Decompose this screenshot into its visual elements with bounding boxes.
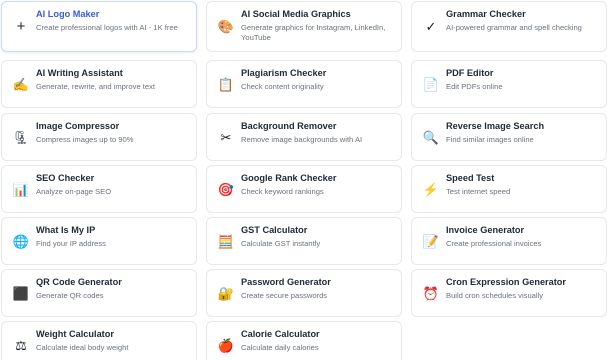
tool-description: AI-powered grammar and spell checking xyxy=(446,23,582,32)
tool-title: Speed Test xyxy=(446,173,495,183)
tool-title: QR Code Generator xyxy=(36,277,122,287)
palette-icon: 🎨 xyxy=(217,19,235,34)
tool-title: Google Rank Checker xyxy=(241,173,337,183)
abacus-icon: 🧮 xyxy=(217,233,235,249)
apple-icon: 🍎 xyxy=(217,337,235,353)
tool-card-ai-social-media-graphics[interactable]: 🎨 AI Social Media Graphics Generate grap… xyxy=(206,1,402,52)
tool-description: Check keyword rankings xyxy=(241,187,324,196)
tool-description: Find similar images online xyxy=(446,135,534,144)
tool-card-image-compressor[interactable]: 🗜 Image Compressor Compress images up to… xyxy=(1,113,197,161)
magnifier-icon: 🔍 xyxy=(422,129,440,145)
tool-card-plagiarism-checker[interactable]: 📋 Plagiarism Checker Check content origi… xyxy=(206,60,402,108)
compress-icon: 🗜 xyxy=(12,129,30,145)
tool-description: Check content originality xyxy=(241,82,324,91)
tool-card-cron-expression-generator[interactable]: ⏰ Cron Expression Generator Build cron s… xyxy=(411,269,607,317)
writing-hand-icon: ✍ xyxy=(12,76,30,92)
lock-icon: 🔐 xyxy=(217,285,235,301)
tool-title: Weight Calculator xyxy=(36,329,114,339)
tool-title: AI Logo Maker xyxy=(36,9,100,19)
tool-title: Calorie Calculator xyxy=(241,329,320,339)
tool-title: GST Calculator xyxy=(241,225,308,235)
tool-title: Grammar Checker xyxy=(446,9,526,19)
tool-description: Generate, rewrite, and improve text xyxy=(36,82,156,91)
tool-card-what-is-my-ip[interactable]: 🌐 What Is My IP Find your IP address xyxy=(1,217,197,265)
alarm-clock-icon: ⏰ xyxy=(422,285,440,301)
plus-icon: + xyxy=(16,18,26,35)
tool-title: Password Generator xyxy=(241,277,331,287)
globe-icon: 🌐 xyxy=(12,233,30,249)
tool-card-grammar-checker[interactable]: ✓ Grammar Checker AI-powered grammar and… xyxy=(411,1,607,52)
tool-card-pdf-editor[interactable]: 📄 PDF Editor Edit PDFs online xyxy=(411,60,607,108)
tool-title: Cron Expression Generator xyxy=(446,277,566,287)
target-icon: 🎯 xyxy=(217,181,235,197)
bar-chart-icon: 📊 xyxy=(12,181,30,197)
tool-title: Reverse Image Search xyxy=(446,121,545,131)
scissors-icon: ✂ xyxy=(220,129,232,145)
tool-title: Image Compressor xyxy=(36,121,120,131)
document-icon: 📄 xyxy=(422,76,440,92)
tool-card-speed-test[interactable]: ⚡ Speed Test Test internet speed xyxy=(411,165,607,213)
tool-description: Analyze on-page SEO xyxy=(36,187,112,196)
tool-card-ai-writing-assistant[interactable]: ✍ AI Writing Assistant Generate, rewrite… xyxy=(1,60,197,108)
tool-description: Create professional logos with AI - 1K f… xyxy=(36,23,178,32)
tool-description: Remove image backgrounds with AI xyxy=(241,135,363,144)
tool-title: Invoice Generator xyxy=(446,225,525,235)
checkmark-icon: ✓ xyxy=(425,19,437,34)
qr-square-icon: ⬛ xyxy=(12,285,30,301)
tool-card-invoice-generator[interactable]: 📝 Invoice Generator Create professional … xyxy=(411,217,607,265)
tool-description: Compress images up to 90% xyxy=(36,135,134,144)
tool-description: Find your IP address xyxy=(36,239,106,248)
tool-card-seo-checker[interactable]: 📊 SEO Checker Analyze on-page SEO xyxy=(1,165,197,213)
invoice-icon: 📝 xyxy=(422,233,440,249)
tool-card-background-remover[interactable]: ✂ Background Remover Remove image backgr… xyxy=(206,113,402,161)
tool-description: Test internet speed xyxy=(446,187,511,196)
tool-card-gst-calculator[interactable]: 🧮 GST Calculator Calculate GST instantly xyxy=(206,217,402,265)
tool-description: Generate graphics for Instagram, LinkedI… xyxy=(241,23,386,42)
tool-description: Calculate daily calories xyxy=(241,343,319,352)
tool-title: AI Writing Assistant xyxy=(36,68,123,78)
tool-description: Create professional invoices xyxy=(446,239,542,248)
lightning-icon: ⚡ xyxy=(422,181,440,197)
tool-card-ai-logo-maker[interactable]: + AI Logo Maker Create professional logo… xyxy=(1,1,197,52)
tool-title: Plagiarism Checker xyxy=(241,68,327,78)
tool-card-weight-calculator[interactable]: ⚖ Weight Calculator Calculate ideal body… xyxy=(1,321,197,360)
tool-title: PDF Editor xyxy=(446,68,494,78)
clipboard-icon: 📋 xyxy=(217,76,235,92)
tool-card-calorie-calculator[interactable]: 🍎 Calorie Calculator Calculate daily cal… xyxy=(206,321,402,360)
tool-description: Generate QR codes xyxy=(36,291,104,300)
tool-description: Calculate ideal body weight xyxy=(36,343,129,352)
tool-description: Calculate GST instantly xyxy=(241,239,321,248)
tool-card-password-generator[interactable]: 🔐 Password Generator Create secure passw… xyxy=(206,269,402,317)
tool-title: What Is My IP xyxy=(36,225,96,235)
tool-title: SEO Checker xyxy=(36,173,95,183)
tool-card-google-rank-checker[interactable]: 🎯 Google Rank Checker Check keyword rank… xyxy=(206,165,402,213)
tool-description: Edit PDFs online xyxy=(446,82,503,91)
tool-card-qr-code-generator[interactable]: ⬛ QR Code Generator Generate QR codes xyxy=(1,269,197,317)
tool-description: Build cron schedules visually xyxy=(446,291,544,300)
tool-title: AI Social Media Graphics xyxy=(241,9,351,19)
tool-card-reverse-image-search[interactable]: 🔍 Reverse Image Search Find similar imag… xyxy=(411,113,607,161)
tool-title: Background Remover xyxy=(241,121,337,131)
tool-description: Create secure passwords xyxy=(241,291,328,300)
scales-icon: ⚖ xyxy=(15,337,27,353)
